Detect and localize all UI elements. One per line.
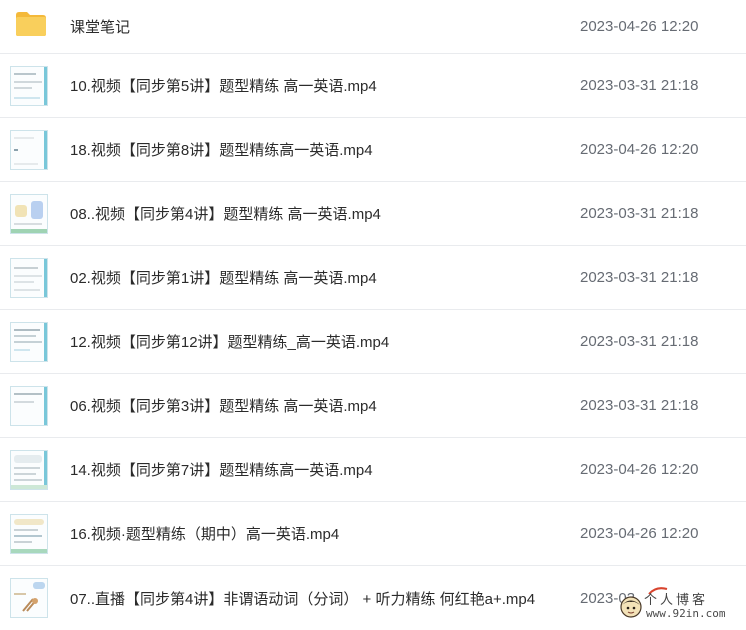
video-thumbnail-icon (10, 130, 48, 170)
modified-date: 2023-03-31 21:18 (580, 397, 699, 414)
list-item[interactable]: 08..视频【同步第4讲】题型精练 高一英语.mp4 2023-03-31 21… (0, 182, 746, 246)
modified-date: 2023-04-26 12:20 (580, 141, 699, 158)
video-thumbnail-icon (10, 386, 48, 426)
file-list: 课堂笔记 2023-04-26 12:20 10.视频【同步第5讲】题型精练 高… (0, 0, 746, 630)
modified-date: 2023-03-31 21:18 (580, 333, 699, 350)
video-thumbnail-icon (10, 194, 48, 234)
video-thumbnail-icon (10, 66, 48, 106)
list-item[interactable]: 16.视频·题型精练（期中）高一英语.mp4 2023-04-26 12:20 (0, 502, 746, 566)
watermark-url: www.92in.com (646, 607, 726, 620)
list-item[interactable]: 10.视频【同步第5讲】题型精练 高一英语.mp4 2023-03-31 21:… (0, 54, 746, 118)
modified-date: 2023-03-31 21:18 (580, 77, 699, 94)
file-name: 08..视频【同步第4讲】题型精练 高一英语.mp4 (70, 206, 381, 223)
file-name: 06.视频【同步第3讲】题型精练 高一英语.mp4 (70, 398, 377, 415)
modified-date: 2023-04-26 12:20 (580, 461, 699, 478)
list-item[interactable]: 14.视频【同步第7讲】题型精练高一英语.mp4 2023-04-26 12:2… (0, 438, 746, 502)
modified-date: 2023-04-26 12:20 (580, 18, 699, 35)
video-thumbnail-icon (10, 450, 48, 490)
modified-date: 2023-03-31 21:18 (580, 205, 699, 222)
modified-date: 2023-03-31 21:18 (580, 269, 699, 286)
file-name: 10.视频【同步第5讲】题型精练 高一英语.mp4 (70, 78, 377, 95)
watermark: 个人博客 www.92in.com (618, 586, 746, 625)
list-item[interactable]: 06.视频【同步第3讲】题型精练 高一英语.mp4 2023-03-31 21:… (0, 374, 746, 438)
list-item[interactable]: 课堂笔记 2023-04-26 12:20 (0, 0, 746, 54)
list-item[interactable]: 18.视频【同步第8讲】题型精练高一英语.mp4 2023-04-26 12:2… (0, 118, 746, 182)
video-thumbnail-icon (10, 514, 48, 554)
file-name: 14.视频【同步第7讲】题型精练高一英语.mp4 (70, 462, 373, 479)
file-name: 07..直播【同步第4讲】非谓语动词（分词） + 听力精练 何红艳a+.mp4 (70, 590, 536, 608)
file-name: 18.视频【同步第8讲】题型精练高一英语.mp4 (70, 142, 373, 159)
avatar-icon (620, 596, 642, 618)
watermark-text: 个人博客 (644, 593, 709, 608)
video-thumbnail-icon (10, 322, 48, 362)
file-name: 12.视频【同步第12讲】题型精练_高一英语.mp4 (70, 334, 390, 351)
video-thumbnail-icon (10, 258, 48, 298)
folder-icon (16, 12, 46, 36)
file-name: 02.视频【同步第1讲】题型精练 高一英语.mp4 (70, 270, 377, 287)
video-thumbnail-icon (10, 578, 48, 618)
list-item[interactable]: 12.视频【同步第12讲】题型精练_高一英语.mp4 2023-03-31 21… (0, 310, 746, 374)
list-item[interactable]: 02.视频【同步第1讲】题型精练 高一英语.mp4 2023-03-31 21:… (0, 246, 746, 310)
file-name: 课堂笔记 (70, 19, 131, 36)
modified-date: 2023-04-26 12:20 (580, 525, 699, 542)
file-name: 16.视频·题型精练（期中）高一英语.mp4 (70, 526, 340, 543)
